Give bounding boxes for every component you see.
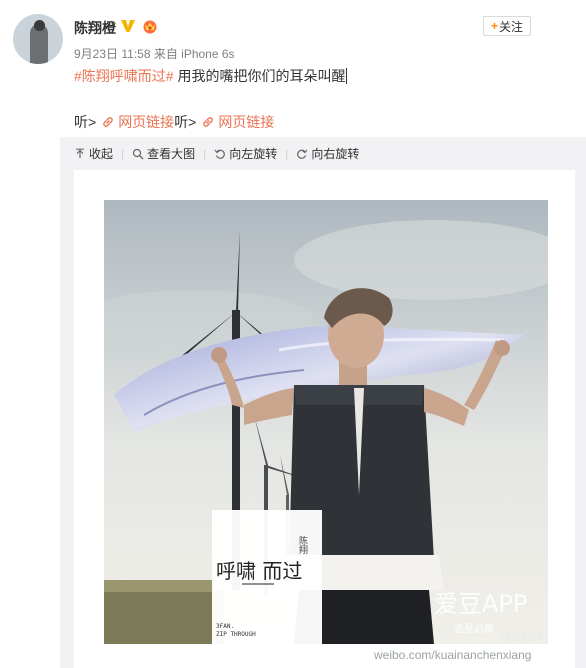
- rotate-right-label: 向右旋转: [311, 147, 360, 161]
- avatar[interactable]: [13, 14, 63, 64]
- app-watermark: 爱豆APP: [434, 590, 527, 618]
- album-subtitle-2: ZIP THROUGH: [216, 631, 256, 638]
- post-text: #陈翔呼啸而过# 用我的嘴把你们的耳朵叫醒: [74, 66, 348, 86]
- collapse-label: 收起: [89, 147, 114, 161]
- album-title: 呼啸 而过: [216, 559, 302, 583]
- post-photo[interactable]: 呼啸 而过 陈翔 3FAN. ZIP THROUGH 爱豆APP 追星必备: [104, 200, 548, 644]
- rotate-left-label: 向左旋转: [229, 147, 278, 161]
- post-body-text: 用我的嘴把你们的耳朵叫醒: [173, 68, 346, 84]
- topic-link[interactable]: #陈翔呼啸而过#: [74, 68, 174, 84]
- web-link-2[interactable]: 网页链接: [196, 112, 274, 132]
- avatar-head: [34, 20, 45, 31]
- post-meta: 9月23日 11:58 来自 iPhone 6s: [74, 47, 235, 61]
- rotate-right-button[interactable]: 向右旋转: [296, 145, 359, 162]
- plus-icon: +: [490, 19, 498, 33]
- verified-icon: [121, 20, 135, 32]
- listen-label-1: 听>: [74, 114, 97, 130]
- link-icon: [203, 117, 214, 127]
- username[interactable]: 陈翔橙: [74, 18, 116, 38]
- view-large-button[interactable]: 查看大图: [132, 145, 195, 162]
- rotate-right-icon: [297, 149, 308, 159]
- follow-button[interactable]: + 关注: [483, 16, 531, 36]
- app-slogan: 追星必备: [454, 622, 494, 635]
- follow-label: 关注: [499, 19, 524, 34]
- rotate-left-button[interactable]: 向左旋转: [214, 145, 277, 162]
- listen-label-2: 听>: [174, 114, 197, 130]
- collapse-button[interactable]: 收起: [74, 145, 113, 162]
- web-link-1[interactable]: 网页链接: [96, 112, 174, 132]
- link-icon: [103, 117, 113, 127]
- album-vertical-text: 陈翔: [297, 535, 308, 555]
- album-subtitle-1: 3FAN.: [216, 623, 234, 630]
- toolbar-separator: |: [121, 146, 125, 161]
- toolbar-separator: |: [285, 146, 289, 161]
- arrow-up-icon: [76, 148, 84, 158]
- photo-artwork: 呼啸 而过 陈翔 3FAN. ZIP THROUGH 爱豆APP 追星必备: [104, 200, 548, 644]
- member-crown-icon[interactable]: [141, 18, 159, 34]
- link-label-1: 网页链接: [118, 114, 175, 130]
- view-large-label: 查看大图: [147, 147, 196, 161]
- magnifier-icon: [133, 148, 144, 159]
- link-label-2: 网页链接: [218, 114, 275, 130]
- text-cursor: [346, 68, 348, 84]
- links-line: 听> 网页链接 听> 网页链接: [74, 112, 274, 132]
- weibo-handle-watermark: @陈翔米: [500, 631, 545, 643]
- weibo-url-watermark: weibo.com/kuainanchenxiang: [374, 648, 532, 662]
- image-toolbar: 收起 | 查看大图 | 向左旋转 | 向右旋转: [74, 145, 359, 162]
- rotate-left-icon: [214, 149, 226, 159]
- toolbar-separator: |: [203, 146, 207, 161]
